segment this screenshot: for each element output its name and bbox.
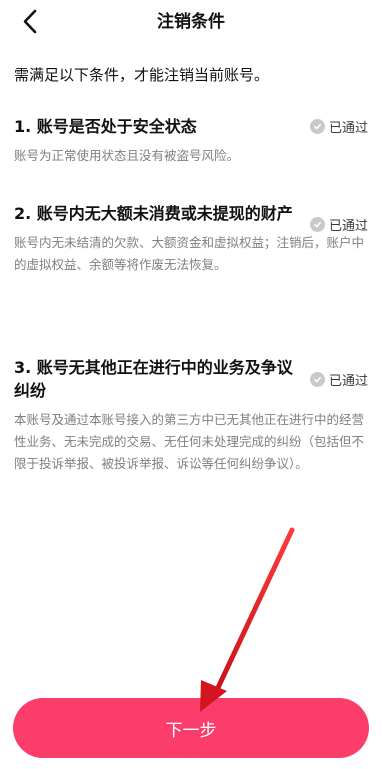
condition-description: 账号内无未结清的欠款、大额资金和虚拟权益；注销后，账户中的虚拟权益、余额等将作废…	[14, 235, 365, 272]
nav-header: 注销条件	[0, 0, 382, 44]
check-icon	[309, 119, 325, 134]
status-badge: 已通过	[309, 213, 368, 236]
next-step-button[interactable]: 下一步	[13, 698, 369, 758]
status-badge: 已通过	[309, 368, 368, 391]
intro-text: 需满足以下条件，才能注销当前账号。	[14, 66, 270, 84]
condition-title: 2. 账号内无大额未消费或未提现的财产	[14, 204, 293, 223]
status-badge: 已通过	[309, 115, 368, 138]
check-icon	[309, 372, 325, 387]
status-label: 已通过	[328, 121, 368, 136]
condition-item: 1. 账号是否处于安全状态 已通过 账号为正常使用状态且没有被盗号风险。	[14, 115, 370, 167]
condition-item: 3. 账号无其他正在进行中的业务及争议纠纷 已通过 本账号及通过本账号接入的第三…	[14, 356, 370, 475]
status-label: 已通过	[328, 374, 368, 389]
condition-description: 本账号及通过本账号接入的第三方中已无其他正在进行中的经营性业务、无未完成的交易、…	[14, 412, 365, 471]
condition-title: 1. 账号是否处于安全状态	[14, 117, 197, 136]
status-label: 已通过	[328, 219, 368, 234]
condition-item: 2. 账号内无大额未消费或未提现的财产 已通过 账号内无未结清的欠款、大额资金和…	[14, 202, 370, 276]
condition-title: 3. 账号无其他正在进行中的业务及争议纠纷	[14, 358, 293, 400]
condition-description: 账号为正常使用状态且没有被盗号风险。	[14, 148, 240, 163]
page-title: 注销条件	[157, 12, 225, 32]
check-icon	[309, 217, 325, 232]
